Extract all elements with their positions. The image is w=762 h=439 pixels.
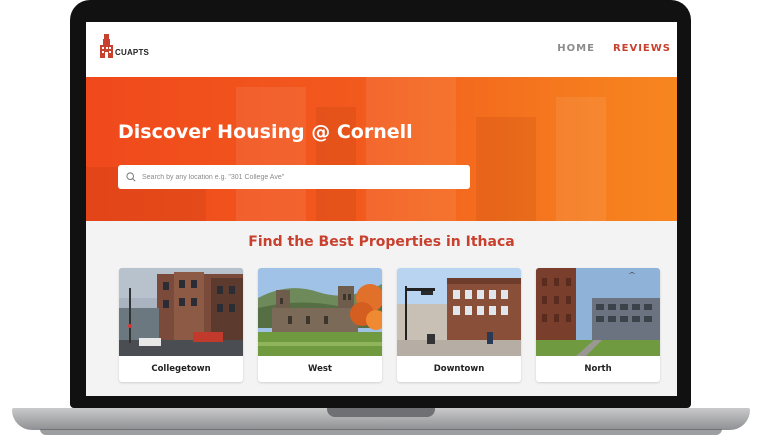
search-bar[interactable] bbox=[118, 165, 470, 189]
hero-banner: Discover Housing @ Cornell bbox=[86, 77, 677, 221]
properties-heading: Find the Best Properties in Ithaca bbox=[248, 234, 515, 250]
area-card-downtown[interactable]: Downtown bbox=[397, 268, 521, 382]
north-campus-photo bbox=[536, 268, 660, 356]
west-campus-photo bbox=[258, 268, 382, 356]
area-card-label: Collegetown bbox=[151, 364, 211, 374]
laptop-notch bbox=[327, 408, 435, 417]
nav-reviews-link[interactable]: REVIEWS bbox=[613, 43, 671, 54]
search-input[interactable] bbox=[142, 173, 462, 181]
nav-home-link[interactable]: HOME bbox=[557, 43, 595, 54]
building-logo-icon bbox=[100, 34, 113, 58]
site-logo[interactable]: CUAPTS bbox=[100, 34, 149, 58]
area-card-collegetown[interactable]: Collegetown bbox=[119, 268, 243, 382]
search-icon bbox=[126, 172, 136, 182]
collegetown-photo bbox=[119, 268, 243, 356]
area-card-west[interactable]: West bbox=[258, 268, 382, 382]
area-card-north[interactable]: North bbox=[536, 268, 660, 382]
area-card-label: North bbox=[584, 364, 612, 374]
laptop-shadow bbox=[40, 429, 722, 435]
nav-menu: HOME REVIEWS bbox=[557, 43, 671, 54]
laptop-mockup: CUAPTS HOME REVIEWS Discover Housing @ C… bbox=[0, 0, 762, 439]
downtown-photo bbox=[397, 268, 521, 356]
area-card-label: Downtown bbox=[433, 364, 485, 374]
hero-title: Discover Housing @ Cornell bbox=[118, 121, 413, 143]
area-card-label: West bbox=[308, 364, 332, 374]
top-navbar: CUAPTS HOME REVIEWS bbox=[86, 22, 677, 77]
logo-text: CUAPTS bbox=[115, 48, 150, 57]
browser-viewport: CUAPTS HOME REVIEWS Discover Housing @ C… bbox=[86, 22, 677, 396]
